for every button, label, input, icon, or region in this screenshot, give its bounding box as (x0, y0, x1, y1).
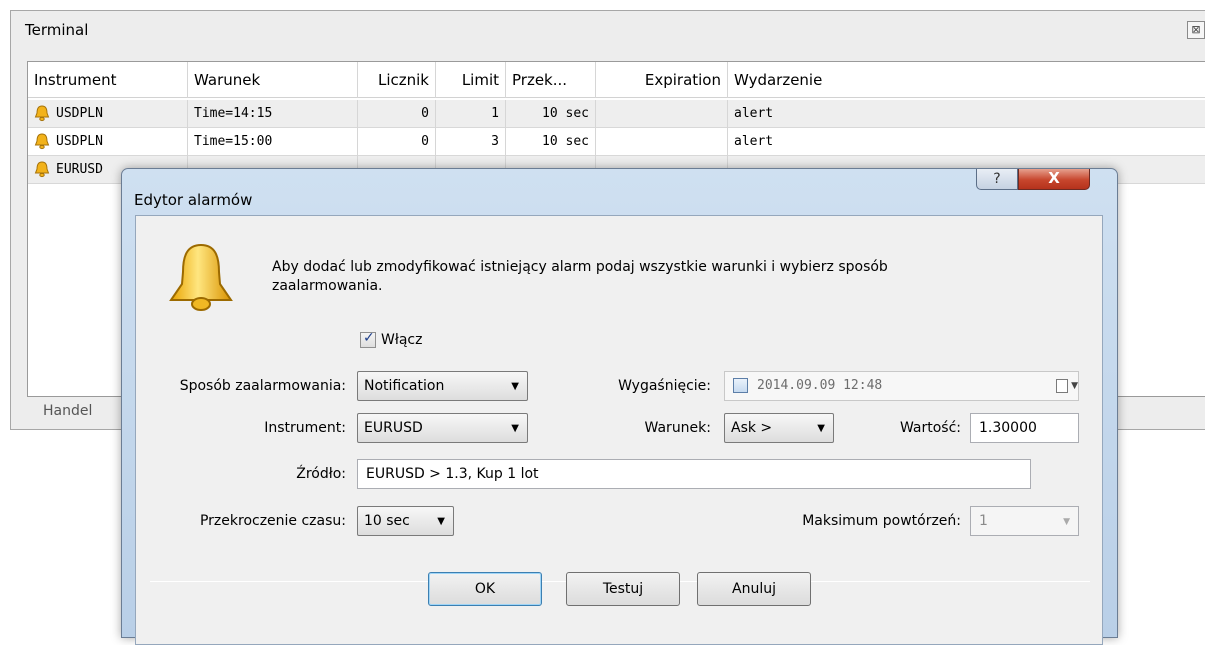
max-repeat-value: 1 (979, 513, 988, 529)
terminal-close-icon[interactable]: ⊠ (1187, 21, 1205, 39)
enable-checkbox[interactable]: ✓ (360, 330, 376, 348)
enable-label: Włącz (381, 332, 423, 348)
expiry-checkbox[interactable] (733, 378, 748, 393)
ok-button[interactable]: OK (428, 572, 542, 606)
timeout-cell: 10 sec (506, 128, 596, 156)
max-repeat-label: Maksimum powtórzeń: (802, 513, 961, 529)
method-label: Sposób zaalarmowania: (179, 378, 346, 394)
instrument-select[interactable]: EURUSD ▼ (357, 413, 528, 443)
calendar-icon[interactable] (1056, 379, 1068, 393)
terminal-title: Terminal (25, 21, 89, 39)
column-header-condition[interactable]: Warunek (188, 62, 358, 98)
event-cell: alert (734, 106, 774, 121)
cancel-button[interactable]: Anuluj (697, 572, 811, 606)
expiry-label: Wygaśnięcie: (618, 378, 711, 394)
dialog-body: Aby dodać lub zmodyfikować istniejący al… (135, 215, 1103, 645)
limit-cell: 1 (436, 100, 506, 128)
chevron-down-icon: ▼ (817, 423, 825, 434)
test-button[interactable]: Testuj (566, 572, 680, 606)
expiration-cell (596, 128, 728, 156)
bell-icon (34, 161, 50, 178)
instrument-value: EURUSD (364, 420, 423, 436)
expiry-datetime-field[interactable]: 2014.09.09 12:48 ▼ (724, 371, 1079, 401)
column-header-instrument[interactable]: Instrument (28, 62, 188, 98)
timeout-select[interactable]: 10 sec ▼ (357, 506, 454, 536)
condition-value: Ask > (731, 420, 773, 436)
dialog-title: Edytor alarmów (134, 191, 253, 209)
intro-text: Aby dodać lub zmodyfikować istniejący al… (272, 259, 888, 294)
value-input[interactable]: 1.30000 (970, 413, 1079, 443)
max-repeat-input[interactable]: 1 ▼ (970, 506, 1079, 536)
chevron-down-icon: ▼ (1071, 381, 1078, 391)
chevron-down-icon: ▼ (511, 423, 519, 434)
table-header: Instrument Warunek Licznik Limit Przek..… (28, 62, 1205, 98)
column-header-event[interactable]: Wydarzenie (728, 62, 1205, 98)
event-cell: alert (734, 134, 774, 149)
bell-icon (169, 243, 233, 311)
limit-cell: 3 (436, 128, 506, 156)
column-header-limit[interactable]: Limit (436, 62, 506, 98)
timeout-value: 10 sec (364, 513, 410, 529)
check-icon: ✓ (363, 330, 375, 346)
close-button[interactable]: X (1018, 169, 1090, 190)
column-header-expiration[interactable]: Expiration (596, 62, 728, 98)
expiration-cell (596, 100, 728, 128)
help-button[interactable]: ? (976, 169, 1018, 190)
expiry-value: 2014.09.09 12:48 (757, 378, 883, 393)
method-value: Notification (364, 378, 445, 394)
counter-cell: 0 (358, 100, 436, 128)
condition-cell: Time=14:15 (188, 100, 358, 128)
condition-cell: Time=15:00 (188, 128, 358, 156)
bell-icon (34, 105, 50, 122)
table-row[interactable]: USDPLN Time=14:15 0 1 10 sec alert (28, 100, 1205, 128)
instrument-cell: EURUSD (56, 162, 103, 177)
alert-editor-dialog: Edytor alarmów ? X Aby dodać lub zmodyfi… (121, 168, 1118, 645)
timeout-label: Przekroczenie czasu: (199, 513, 346, 529)
counter-cell: 0 (358, 128, 436, 156)
chevron-down-icon: ▼ (511, 381, 519, 392)
bell-icon (34, 133, 50, 150)
timeout-cell: 10 sec (506, 100, 596, 128)
column-header-counter[interactable]: Licznik (358, 62, 436, 98)
source-label: Źródło: (296, 466, 346, 482)
instrument-cell: USDPLN (56, 134, 103, 149)
chevron-down-icon: ▼ (1063, 517, 1070, 527)
instrument-label: Instrument: (264, 420, 346, 436)
source-input[interactable]: EURUSD > 1.3, Kup 1 lot (357, 459, 1031, 489)
chevron-down-icon: ▼ (437, 516, 445, 527)
table-row[interactable]: USDPLN Time=15:00 0 3 10 sec alert (28, 128, 1205, 156)
value-label: Wartość: (899, 420, 961, 436)
method-select[interactable]: Notification ▼ (357, 371, 528, 401)
column-header-timeout[interactable]: Przek... (506, 62, 596, 98)
instrument-cell: USDPLN (56, 106, 103, 121)
tab-handel[interactable]: Handel (43, 403, 92, 419)
condition-select[interactable]: Ask > ▼ (724, 413, 834, 443)
condition-label: Warunek: (644, 420, 711, 436)
